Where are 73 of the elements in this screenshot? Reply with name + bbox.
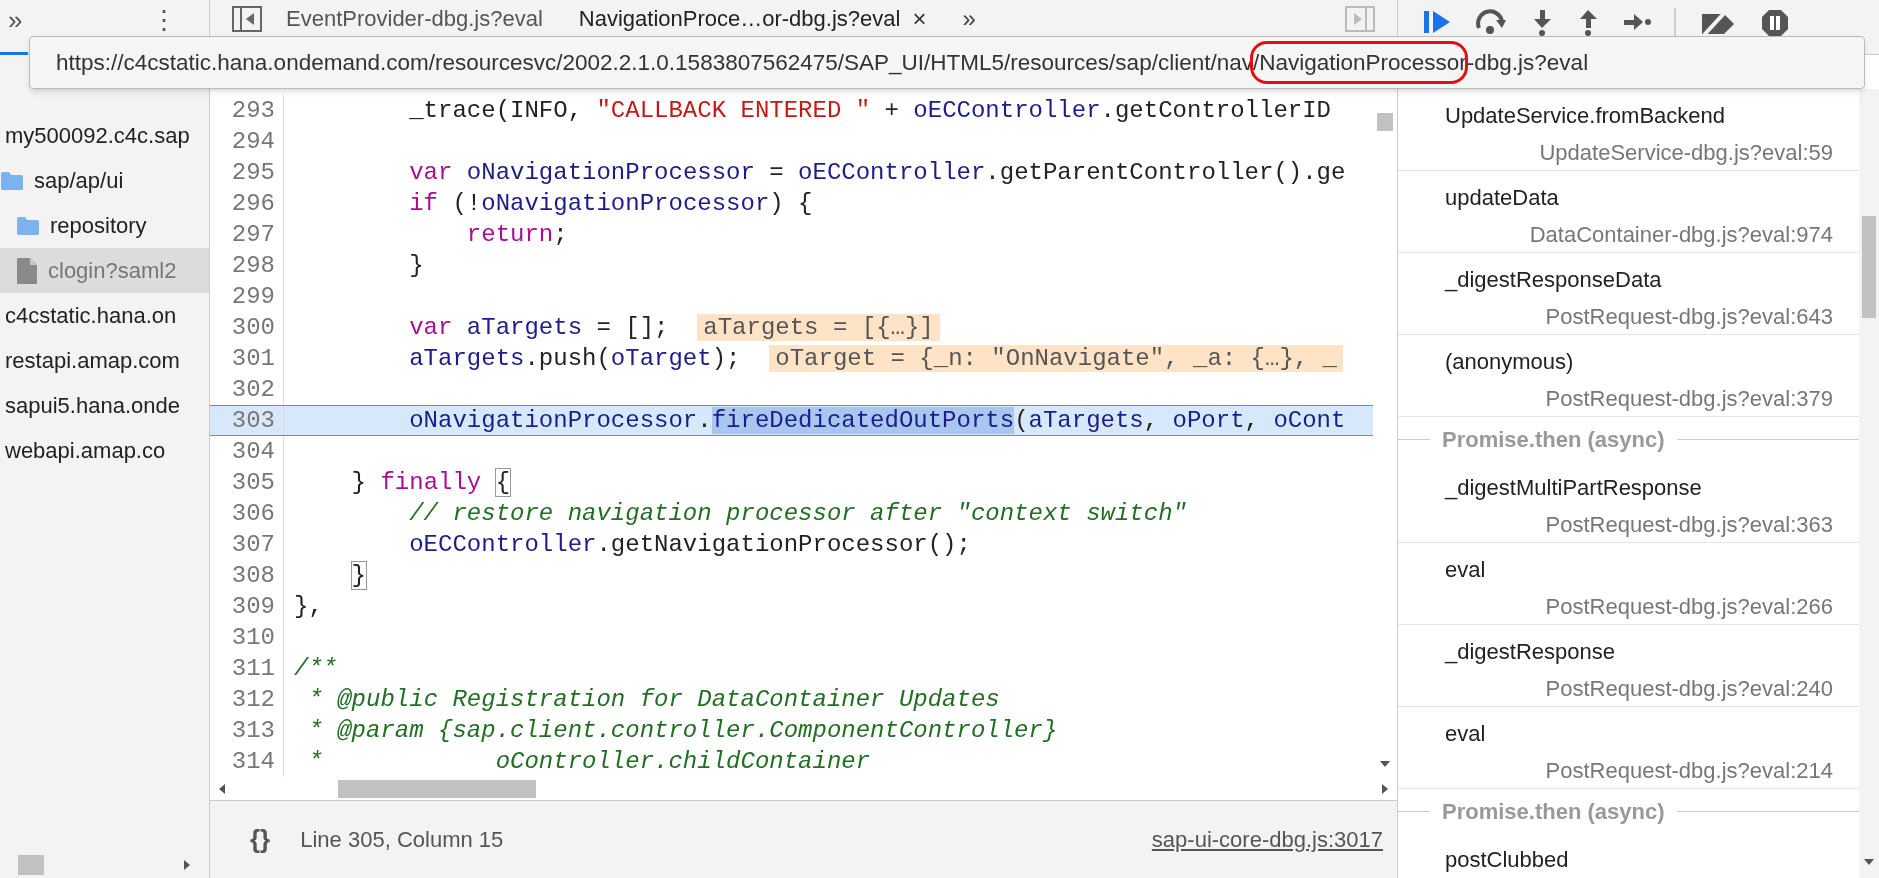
- scrollbar-thumb[interactable]: [1377, 113, 1393, 131]
- line-number: 295: [210, 157, 284, 188]
- scroll-right-icon[interactable]: [1381, 783, 1389, 795]
- line-number: 297: [210, 219, 284, 250]
- async-separator: Promise.then (async): [1442, 797, 1665, 826]
- line-number: 312: [210, 684, 284, 715]
- line-number: 310: [210, 622, 284, 653]
- pause-on-exceptions-icon[interactable]: [1760, 8, 1790, 38]
- line-number: 298: [210, 250, 284, 281]
- resume-icon[interactable]: [1422, 8, 1452, 36]
- line-number: 308: [210, 560, 284, 591]
- line-number: 306: [210, 498, 284, 529]
- code-line: oNavigationProcessor.fireDedicatedOutPorts(aTargets, oPort, oCont: [408, 405, 1346, 436]
- tree-item[interactable]: repository: [0, 203, 209, 248]
- scrollbar-thumb[interactable]: [338, 780, 536, 798]
- pretty-print-glyph[interactable]: {}: [250, 820, 271, 859]
- line-number: 299: [210, 281, 284, 312]
- scroll-left-icon[interactable]: [218, 783, 226, 795]
- code-line: aTargets.push(oTarget); oTarget = {_n: "OnNavigate", _a: {…}, _: [284, 340, 1343, 377]
- scroll-down-icon[interactable]: [1863, 858, 1875, 866]
- line-number: 293: [210, 95, 284, 126]
- code-line: },: [293, 591, 323, 622]
- editor-tab[interactable]: NavigationProce…or-dbg.js?eval ×: [578, 6, 927, 32]
- code-line: if (!oNavigationProcessor) {: [408, 188, 813, 219]
- code-line: /**: [293, 653, 338, 684]
- async-separator: Promise.then (async): [1442, 425, 1665, 454]
- code-line: }: [408, 250, 424, 281]
- more-tabs-glyph[interactable]: »: [8, 6, 23, 34]
- line-number: 309: [210, 591, 284, 622]
- scroll-right-icon[interactable]: [183, 859, 191, 871]
- tab-underline: [0, 52, 28, 55]
- code-line: * oController.childContainer: [307, 746, 871, 777]
- code-line: * @public Registration for DataContainer Updates: [307, 684, 1000, 715]
- folder-icon: [16, 215, 40, 236]
- tree-item[interactable]: sap/ap/ui: [0, 158, 209, 203]
- line-number: 307: [210, 529, 284, 560]
- code-line: * @param {sap.client.controller.ComponentController}: [307, 715, 1058, 746]
- line-number: 311: [210, 653, 284, 684]
- menu-icon[interactable]: ⋮: [151, 6, 177, 34]
- code-line: }: [350, 560, 366, 591]
- tree-item[interactable]: webapi.amap.co: [0, 428, 209, 473]
- code-line: oECController.getNavigationProcessor();: [408, 529, 971, 560]
- line-number: 304: [210, 436, 284, 467]
- more-tabs-glyph[interactable]: »: [962, 6, 976, 32]
- line-number: 313: [210, 715, 284, 746]
- file-icon: [16, 256, 38, 285]
- folder-icon: [0, 170, 24, 191]
- code-line: _trace(INFO, "CALLBACK ENTERED " + oECController.getControllerID: [408, 95, 1331, 126]
- code-line: } finally {: [350, 467, 511, 498]
- scrollbar-thumb[interactable]: [18, 855, 44, 875]
- code-line: // restore navigation processor after "context switch": [408, 498, 1187, 529]
- tree-item[interactable]: my500092.c4c.sap: [0, 113, 209, 158]
- code-line: var oNavigationProcessor = oECController.getParentController().ge: [408, 157, 1346, 188]
- debugger-toggle-icon[interactable]: [1345, 6, 1375, 32]
- line-number: 300: [210, 312, 284, 343]
- scrollbar-thumb[interactable]: [1862, 216, 1876, 318]
- tree-item[interactable]: sapui5.hana.onde: [0, 383, 209, 428]
- line-number: 305: [210, 467, 284, 498]
- scroll-down-icon[interactable]: [1379, 760, 1391, 768]
- line-number: 296: [210, 188, 284, 219]
- line-number: 294: [210, 126, 284, 157]
- editor-tab[interactable]: EventProvider-dbg.js?eval: [286, 6, 543, 32]
- line-number: 303: [210, 406, 284, 435]
- source-link[interactable]: sap-ui-core-dbg.js:3017: [1151, 823, 1383, 856]
- cursor-position: Line 305, Column 15: [300, 826, 504, 854]
- tree-item[interactable]: restapi.amap.com: [0, 338, 209, 383]
- close-icon[interactable]: ×: [912, 6, 927, 32]
- step-over-icon[interactable]: [1474, 8, 1508, 36]
- line-number: 314: [210, 746, 284, 777]
- sidebar-toggle-icon[interactable]: [232, 6, 262, 32]
- tree-item[interactable]: c4cstatic.hana.on: [0, 293, 209, 338]
- code-line: return;: [465, 219, 568, 250]
- line-number: 301: [210, 343, 284, 374]
